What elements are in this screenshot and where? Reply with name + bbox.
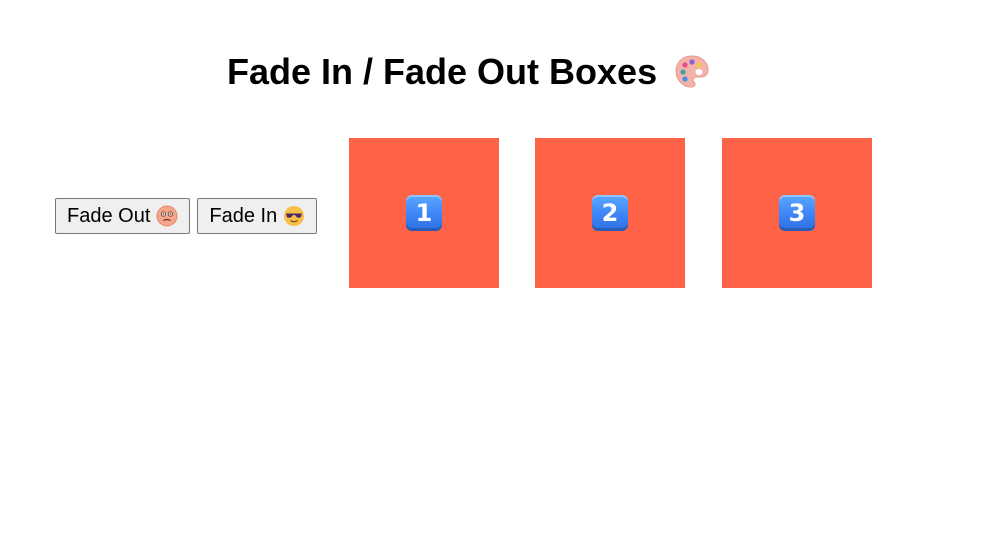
fade-out-label: Fade Out xyxy=(67,204,151,227)
keycap-2-icon: 2 xyxy=(592,195,628,231)
fade-box-3: 3 xyxy=(722,138,872,288)
fade-box-2: 2 xyxy=(535,138,685,288)
fade-in-label: Fade In xyxy=(209,204,278,227)
dizzy-face-icon xyxy=(156,205,178,227)
keycap-3-icon: 3 xyxy=(779,195,815,231)
artist-palette-icon xyxy=(673,53,711,91)
page: Fade In / Fade Out Boxes Fade Out Fade I… xyxy=(0,0,1006,560)
fade-controls: Fade Out Fade In xyxy=(55,198,318,234)
page-title: Fade In / Fade Out Boxes xyxy=(227,50,711,94)
fade-box-1: 1 xyxy=(349,138,499,288)
fade-in-button[interactable]: Fade In xyxy=(197,198,318,234)
fade-out-button[interactable]: Fade Out xyxy=(55,198,191,234)
page-title-text: Fade In / Fade Out Boxes xyxy=(227,51,658,92)
sunglasses-face-icon xyxy=(283,205,305,227)
keycap-1-icon: 1 xyxy=(406,195,442,231)
